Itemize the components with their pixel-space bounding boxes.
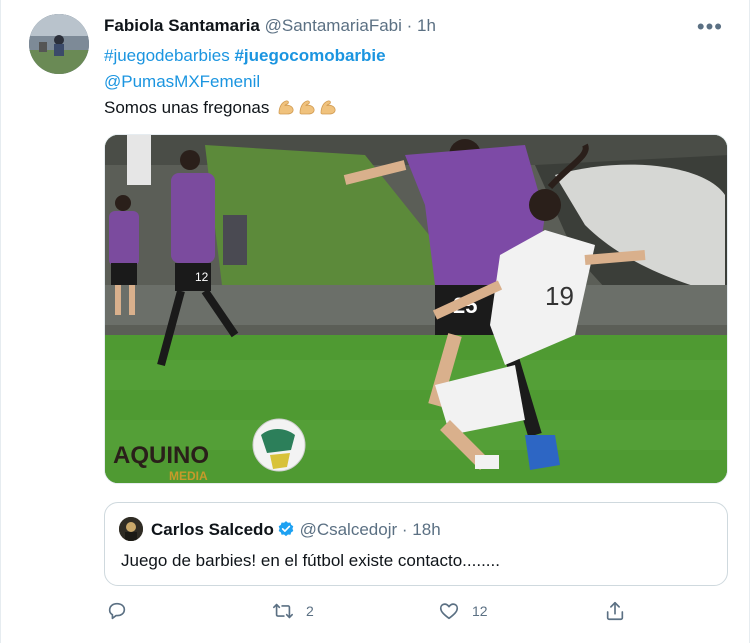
- quoted-tweet-time: 18h: [412, 520, 441, 539]
- reply-icon: [108, 602, 126, 620]
- tweet-card[interactable]: Fabiola Santamaria @SantamariaFabi · 1h …: [0, 0, 750, 643]
- author-handle[interactable]: @SantamariaFabi: [265, 16, 402, 35]
- tweet-media-photo[interactable]: 12 25 19: [104, 134, 728, 484]
- watermark-subtext: MEDIA: [169, 469, 208, 483]
- hashtag-link[interactable]: #juegocomobarbie: [234, 46, 385, 65]
- share-button[interactable]: [604, 600, 626, 622]
- retweet-count: 2: [306, 603, 314, 619]
- author-name[interactable]: Fabiola Santamaria: [104, 16, 260, 35]
- quoted-tweet-text: Juego de barbies! en el fútbol existe co…: [121, 551, 500, 570]
- player-jersey-number: 19: [545, 281, 574, 311]
- author-avatar[interactable]: [29, 14, 89, 74]
- flexed-biceps-emoji: [278, 100, 294, 115]
- verified-badge-icon: [278, 521, 294, 537]
- quoted-tweet-header: Carlos Salcedo @Csalcedojr · 18h: [151, 520, 441, 540]
- flexed-biceps-emoji: [320, 100, 336, 115]
- quoted-tweet[interactable]: Carlos Salcedo @Csalcedojr · 18h Juego d…: [104, 502, 728, 586]
- svg-text:12: 12: [195, 270, 209, 284]
- quoted-author-handle: @Csalcedojr: [299, 520, 398, 539]
- mention-line: @PumasMXFemenil: [104, 72, 260, 92]
- share-icon: [606, 601, 624, 621]
- hashtag-line: #juegodebarbies #juegocomobarbie: [104, 46, 386, 66]
- hashtag-link[interactable]: #juegodebarbies: [104, 46, 230, 65]
- flexed-biceps-emoji: [299, 100, 315, 115]
- tweet-actions-bar: 2 12: [104, 600, 728, 628]
- watermark-text: AQUINO: [113, 442, 209, 469]
- tweet-time[interactable]: 1h: [417, 16, 436, 35]
- tweet-text-line: Somos unas fregonas: [104, 98, 337, 118]
- mention-link[interactable]: @PumasMXFemenil: [104, 72, 260, 91]
- separator-dot: ·: [406, 16, 413, 35]
- retweet-icon: [273, 603, 293, 619]
- more-options-icon[interactable]: •••: [697, 14, 723, 40]
- tweet-text: Somos unas fregonas: [104, 98, 270, 117]
- heart-icon: [439, 603, 459, 620]
- like-button[interactable]: 12: [438, 600, 488, 622]
- tweet-header: Fabiola Santamaria @SantamariaFabi · 1h: [104, 16, 436, 36]
- quoted-author-name: Carlos Salcedo: [151, 520, 274, 539]
- like-count: 12: [472, 603, 488, 619]
- retweet-button[interactable]: 2: [272, 600, 314, 622]
- soccer-ball: [252, 418, 306, 472]
- separator-dot: ·: [401, 520, 408, 539]
- reply-button[interactable]: [106, 600, 140, 622]
- quoted-author-avatar: [119, 517, 143, 541]
